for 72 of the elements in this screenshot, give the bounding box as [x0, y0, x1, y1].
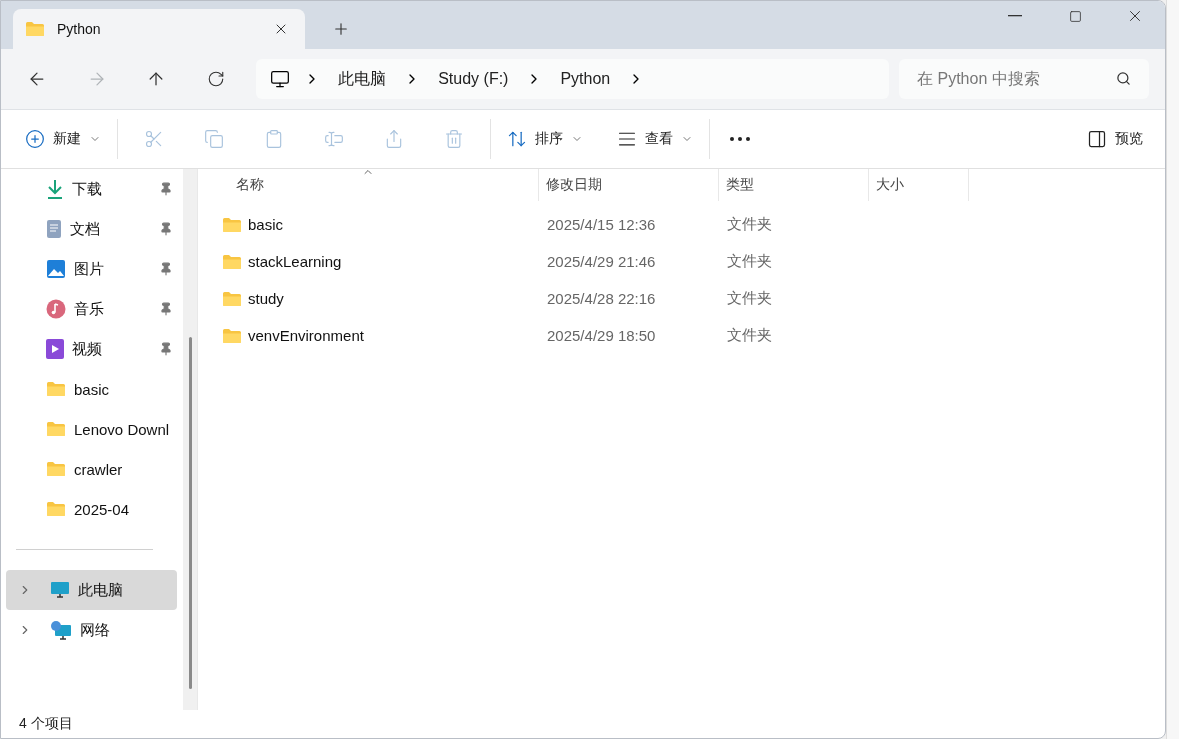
video-icon	[46, 339, 64, 359]
file-name[interactable]: stackLearning	[198, 253, 539, 270]
sidebar-item[interactable]: 音乐	[6, 289, 177, 329]
window-tab[interactable]: Python	[13, 9, 305, 49]
sort-arrows-icon	[507, 129, 527, 149]
document-icon	[46, 219, 62, 239]
sidebar-item[interactable]: crawler	[6, 449, 177, 489]
sidebar-item[interactable]: basic	[6, 369, 177, 409]
computer-icon	[270, 69, 291, 89]
paste-icon	[264, 129, 284, 149]
sidebar-item[interactable]: 图片	[6, 249, 177, 289]
table-cell-text: 文件夹	[726, 326, 773, 345]
folder-icon	[46, 461, 66, 477]
folder-icon	[25, 21, 45, 37]
folder-icon	[222, 216, 242, 233]
sidebar-item[interactable]: 网络	[6, 610, 177, 650]
table-cell-text: 2025/4/28 22:16	[546, 290, 657, 307]
folder-icon	[46, 381, 66, 397]
table-cell-text: 文件夹	[726, 289, 773, 308]
sidebar-item[interactable]: 下载	[6, 169, 177, 209]
share-icon	[384, 129, 404, 149]
sidebar-item[interactable]: 2025-04	[6, 489, 177, 529]
tab-title: Python	[57, 21, 102, 37]
table-cell-text: 2025/4/15 12:36	[546, 216, 657, 233]
rename-icon	[324, 129, 344, 149]
breadcrumb[interactable]: Study (F:)	[434, 70, 513, 88]
computer-icon	[50, 581, 70, 599]
column-header[interactable]: 类型	[719, 169, 869, 201]
file-name[interactable]: basic	[198, 216, 539, 233]
file-name[interactable]: study	[198, 290, 539, 307]
item-count: 4 个项目	[19, 715, 73, 733]
minimize-icon	[1008, 15, 1022, 17]
address-bar[interactable]: 此电脑 Study (F:) Python	[256, 59, 889, 99]
refresh-icon	[207, 70, 226, 88]
panel-icon	[1087, 129, 1107, 149]
sidebar-item[interactable]: 文档	[6, 209, 177, 249]
table-cell-text: 2025/4/29 21:46	[546, 253, 657, 270]
folder-icon	[46, 421, 66, 437]
table-cell-text: 文件夹	[726, 215, 773, 234]
sidebar-item[interactable]: 视频	[6, 329, 177, 369]
sidebar-item[interactable]: Lenovo Downl	[6, 409, 177, 449]
sidebar-item[interactable]: 此电脑	[6, 570, 177, 610]
plus-icon	[25, 129, 45, 149]
view-button[interactable]: 查看	[607, 121, 703, 157]
file-name[interactable]: venvEnvironment	[198, 327, 539, 344]
preview-button[interactable]: 预览	[1077, 121, 1153, 157]
network-icon	[50, 620, 72, 640]
plus-icon	[332, 20, 350, 38]
breadcrumb[interactable]: Python	[556, 70, 615, 88]
table-cell-text: 文件夹	[726, 252, 773, 271]
folder-icon	[222, 327, 242, 344]
scrollbar-thumb[interactable]	[188, 337, 192, 689]
search-icon	[1116, 71, 1131, 86]
column-header[interactable]: 名称	[198, 169, 539, 201]
download-icon	[46, 179, 64, 199]
music-icon	[46, 299, 66, 319]
sort-button[interactable]: 排序	[497, 121, 593, 157]
maximize-icon	[1068, 9, 1082, 23]
folder-icon	[222, 290, 242, 307]
more-icon	[730, 137, 750, 141]
breadcrumb[interactable]: 此电脑	[334, 68, 391, 90]
delete-icon	[444, 129, 464, 149]
column-header[interactable]: 修改日期	[539, 169, 719, 201]
new-button[interactable]: 新建	[15, 121, 111, 157]
table-cell-text: 2025/4/29 18:50	[546, 327, 657, 344]
picture-icon	[46, 259, 66, 279]
column-header[interactable]: 大小	[869, 169, 969, 201]
search-field[interactable]: 在 Python 中搜索	[899, 59, 1149, 99]
cut-icon	[144, 129, 164, 149]
folder-icon	[222, 253, 242, 270]
copy-icon	[204, 129, 224, 149]
folder-icon	[46, 501, 66, 517]
